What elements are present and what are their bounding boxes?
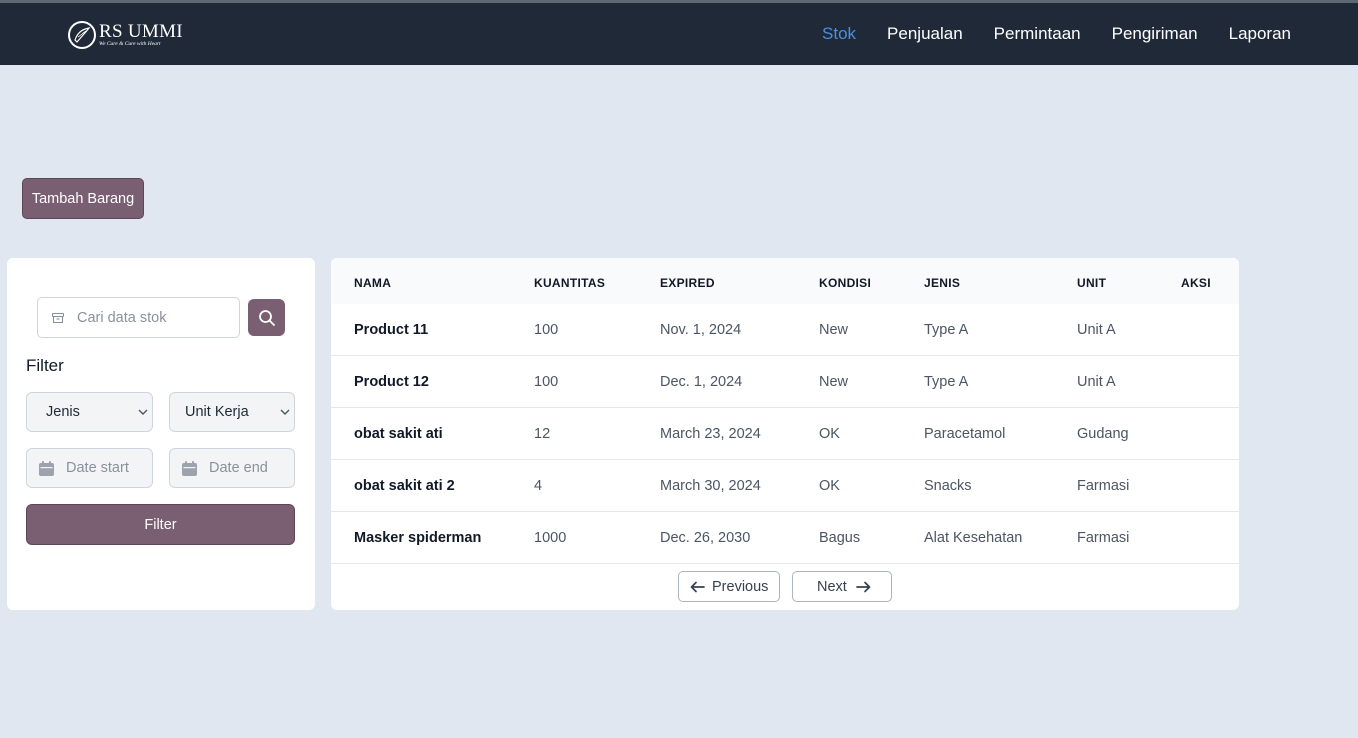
cell-nama: obat sakit ati 2 xyxy=(354,478,455,494)
column-header-unit[interactable]: UNIT xyxy=(1077,276,1106,290)
logo-emblem-icon xyxy=(68,21,96,49)
stock-table: NAMA KUANTITAS EXPIRED KONDISI JENIS UNI… xyxy=(331,258,1239,610)
table-row[interactable]: obat sakit ati 2 4 March 30, 2024 OK Sna… xyxy=(331,460,1239,512)
column-header-expired[interactable]: EXPIRED xyxy=(660,276,715,290)
date-end-field[interactable] xyxy=(169,448,295,488)
cell-kondisi: New xyxy=(819,374,849,390)
column-header-kuantitas[interactable]: KUANTITAS xyxy=(534,276,605,290)
cell-nama: Product 12 xyxy=(354,374,429,390)
brand-logo[interactable]: RS UMMI We Care & Cure with Heart xyxy=(68,19,183,51)
nav-item-laporan[interactable]: Laporan xyxy=(1229,24,1291,44)
filter-panel: Filter Jenis Unit Kerja Filter xyxy=(7,258,315,610)
column-header-jenis[interactable]: JENIS xyxy=(924,276,960,290)
brand-name: RS UMMI xyxy=(99,21,183,43)
search-icon xyxy=(258,309,275,326)
navbar: RS UMMI We Care & Cure with Heart Stok P… xyxy=(0,3,1358,65)
cell-jenis: Type A xyxy=(924,322,969,338)
filter-button[interactable]: Filter xyxy=(26,504,295,545)
cell-jenis: Type A xyxy=(924,374,969,390)
filter-title: Filter xyxy=(26,356,64,375)
brand-tagline: We Care & Cure with Heart xyxy=(99,41,161,48)
table-row[interactable]: obat sakit ati 12 March 23, 2024 OK Para… xyxy=(331,408,1239,460)
previous-label: Previous xyxy=(712,578,769,595)
column-header-aksi: AKSI xyxy=(1181,276,1211,290)
next-label: Next xyxy=(817,578,847,595)
column-header-kondisi[interactable]: KONDISI xyxy=(819,276,871,290)
column-header-nama[interactable]: NAMA xyxy=(354,276,391,290)
calendar-icon xyxy=(39,460,54,476)
date-start-input[interactable] xyxy=(66,460,151,476)
arrow-right-icon xyxy=(855,581,871,592)
calendar-icon xyxy=(182,460,197,476)
nav-links: Stok Penjualan Permintaan Pengiriman Lap… xyxy=(791,3,1291,65)
cell-expired: Dec. 26, 2030 xyxy=(660,530,751,546)
cell-nama: Product 11 xyxy=(354,322,429,338)
cell-expired: March 23, 2024 xyxy=(660,426,761,442)
cell-expired: March 30, 2024 xyxy=(660,478,761,494)
cell-kuantitas: 4 xyxy=(534,478,543,494)
nav-item-permintaan[interactable]: Permintaan xyxy=(994,24,1081,44)
cell-unit: Farmasi xyxy=(1077,478,1130,494)
cell-kuantitas: 12 xyxy=(534,426,551,442)
date-end-input[interactable] xyxy=(209,460,294,476)
cell-unit: Farmasi xyxy=(1077,530,1130,546)
cell-nama: Masker spiderman xyxy=(354,530,482,546)
cell-kuantitas: 1000 xyxy=(534,530,567,546)
chevron-down-icon xyxy=(280,409,290,415)
jenis-select-value: Jenis xyxy=(46,404,80,420)
jenis-select[interactable]: Jenis xyxy=(26,392,153,432)
nav-item-pengiriman[interactable]: Pengiriman xyxy=(1112,24,1198,44)
table-row[interactable]: Masker spiderman 1000 Dec. 26, 2030 Bagu… xyxy=(331,512,1239,564)
cell-kondisi: Bagus xyxy=(819,530,861,546)
cell-kondisi: New xyxy=(819,322,849,338)
nav-item-stok[interactable]: Stok xyxy=(822,24,856,44)
cell-nama: obat sakit ati xyxy=(354,426,443,442)
table-row[interactable]: Product 11 100 Nov. 1, 2024 New Type A U… xyxy=(331,304,1239,356)
search-button[interactable] xyxy=(248,299,285,336)
nav-item-penjualan[interactable]: Penjualan xyxy=(887,24,963,44)
search-input[interactable] xyxy=(77,309,227,326)
previous-page-button[interactable]: Previous xyxy=(678,571,780,602)
cell-kondisi: OK xyxy=(819,426,840,442)
cell-jenis: Alat Kesehatan xyxy=(924,530,1023,546)
cell-unit: Unit A xyxy=(1077,374,1116,390)
search-field[interactable] xyxy=(37,297,240,338)
unit-kerja-select-value: Unit Kerja xyxy=(185,404,249,420)
cell-kuantitas: 100 xyxy=(534,322,559,338)
table-row[interactable]: Product 12 100 Dec. 1, 2024 New Type A U… xyxy=(331,356,1239,408)
cell-expired: Nov. 1, 2024 xyxy=(660,322,742,338)
cell-jenis: Paracetamol xyxy=(924,426,1006,442)
cell-kuantitas: 100 xyxy=(534,374,559,390)
table-header: NAMA KUANTITAS EXPIRED KONDISI JENIS UNI… xyxy=(331,258,1239,304)
cell-kondisi: OK xyxy=(819,478,840,494)
next-page-button[interactable]: Next xyxy=(792,571,892,602)
cell-expired: Dec. 1, 2024 xyxy=(660,374,743,390)
cell-jenis: Snacks xyxy=(924,478,972,494)
add-item-button[interactable]: Tambah Barang xyxy=(22,178,144,219)
arrow-left-icon xyxy=(690,581,705,592)
unit-kerja-select[interactable]: Unit Kerja xyxy=(169,392,295,432)
date-start-field[interactable] xyxy=(26,448,153,488)
archive-icon xyxy=(51,312,65,323)
cell-unit: Gudang xyxy=(1077,426,1129,442)
cell-unit: Unit A xyxy=(1077,322,1116,338)
chevron-down-icon xyxy=(138,409,148,415)
